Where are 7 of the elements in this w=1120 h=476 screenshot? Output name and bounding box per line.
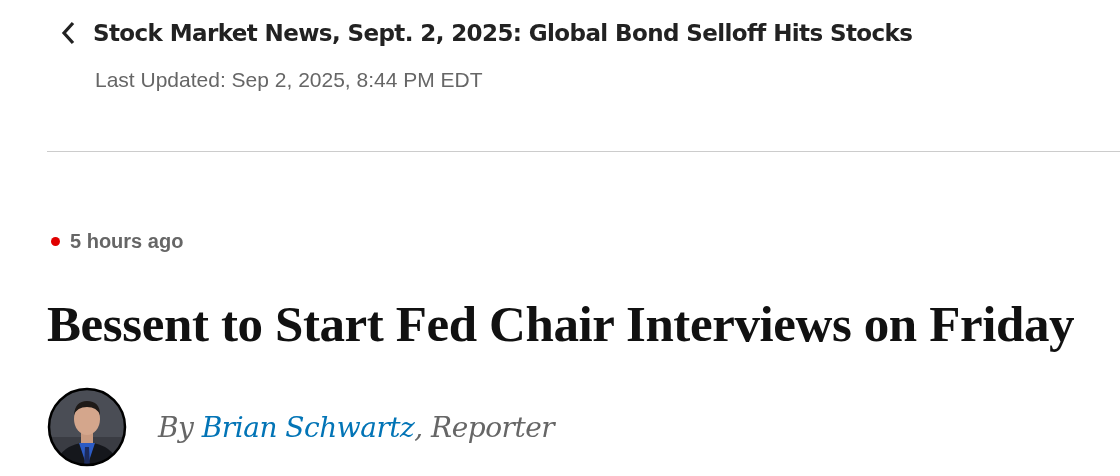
headline: Bessent to Start Fed Chair Interviews on Friday bbox=[47, 295, 1076, 353]
chevron-left-icon bbox=[60, 21, 76, 45]
author-link[interactable]: Brian Schwartz bbox=[201, 410, 415, 444]
back-link[interactable]: Stock Market News, Sept. 2, 2025: Global Bond Selloff Hits Stocks bbox=[60, 20, 1120, 46]
byline: By Brian Schwartz, Reporter bbox=[158, 410, 555, 444]
timestamp: 5 hours ago bbox=[70, 230, 184, 253]
last-updated: Last Updated: Sep 2, 2025, 8:44 PM EDT bbox=[95, 68, 484, 92]
